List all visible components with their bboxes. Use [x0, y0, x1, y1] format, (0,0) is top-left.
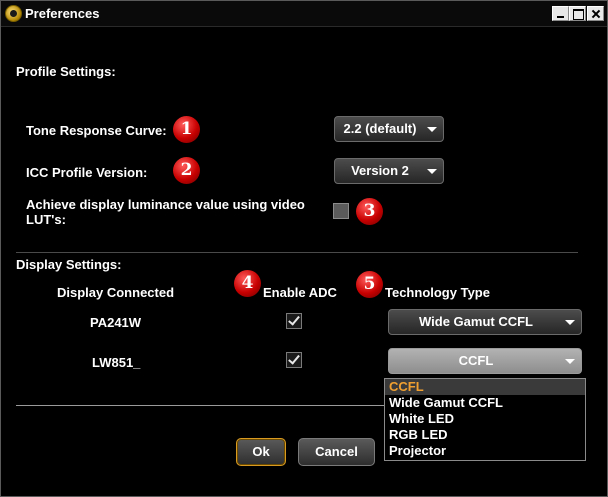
technology-option[interactable]: White LED — [385, 411, 585, 427]
maximize-button[interactable] — [569, 6, 586, 21]
app-emblem-icon — [5, 5, 22, 22]
bottom-divider — [16, 405, 384, 406]
chevron-down-icon — [427, 127, 437, 132]
technology-dropdown-lw851[interactable]: CCFL — [388, 348, 582, 374]
section-divider — [16, 252, 578, 253]
cancel-button[interactable]: Cancel — [298, 438, 375, 466]
tone-response-label: Tone Response Curve: — [26, 123, 167, 138]
icc-profile-label: ICC Profile Version: — [26, 165, 148, 180]
technology-option[interactable]: Wide Gamut CCFL — [385, 395, 585, 411]
preferences-window: Preferences Profile Settings: Tone Respo… — [0, 0, 608, 497]
callout-badge-2: 2 — [173, 157, 200, 184]
display-name-pa241w: PA241W — [90, 315, 142, 330]
technology-value-lw851: CCFL — [458, 353, 494, 368]
callout-badge-5: 5 — [356, 271, 383, 298]
technology-option[interactable]: Projector — [385, 443, 585, 459]
icc-profile-value: Version 2 — [351, 163, 409, 178]
profile-settings-heading: Profile Settings: — [16, 64, 116, 79]
enable-adc-header: Enable ADC — [263, 285, 337, 300]
display-connected-header: Display Connected — [57, 285, 175, 300]
lut-label-line2: LUT's: — [26, 212, 66, 227]
technology-options-list: CCFL Wide Gamut CCFL White LED RGB LED P… — [384, 378, 586, 461]
display-name-lw851: LW851_ — [92, 355, 141, 370]
title-bar[interactable]: Preferences — [1, 1, 607, 27]
adc-checkbox-pa241w[interactable] — [286, 313, 302, 329]
lut-checkbox[interactable] — [333, 203, 349, 219]
technology-value-pa241w: Wide Gamut CCFL — [419, 314, 533, 329]
close-button[interactable] — [587, 6, 604, 21]
lut-label-line1: Achieve display luminance value using vi… — [26, 197, 305, 212]
chevron-down-icon — [565, 359, 575, 364]
callout-badge-3: 3 — [356, 198, 383, 225]
chevron-down-icon — [565, 320, 575, 325]
technology-type-header: Technology Type — [385, 285, 490, 300]
technology-option[interactable]: RGB LED — [385, 427, 585, 443]
display-settings-heading: Display Settings: — [16, 257, 122, 272]
technology-option[interactable]: CCFL — [385, 379, 585, 395]
ok-button[interactable]: Ok — [236, 438, 286, 466]
window-title: Preferences — [25, 6, 100, 21]
callout-badge-4: 4 — [234, 270, 261, 297]
callout-badge-1: 1 — [173, 116, 200, 143]
adc-checkbox-lw851[interactable] — [286, 352, 302, 368]
chevron-down-icon — [427, 169, 437, 174]
icc-profile-dropdown[interactable]: Version 2 — [334, 158, 444, 184]
minimize-button[interactable] — [552, 6, 569, 21]
tone-response-dropdown[interactable]: 2.2 (default) — [334, 116, 444, 142]
checkmark-icon — [288, 313, 300, 326]
tone-response-value: 2.2 (default) — [343, 121, 417, 136]
technology-dropdown-pa241w[interactable]: Wide Gamut CCFL — [388, 309, 582, 335]
checkmark-icon — [288, 352, 300, 365]
